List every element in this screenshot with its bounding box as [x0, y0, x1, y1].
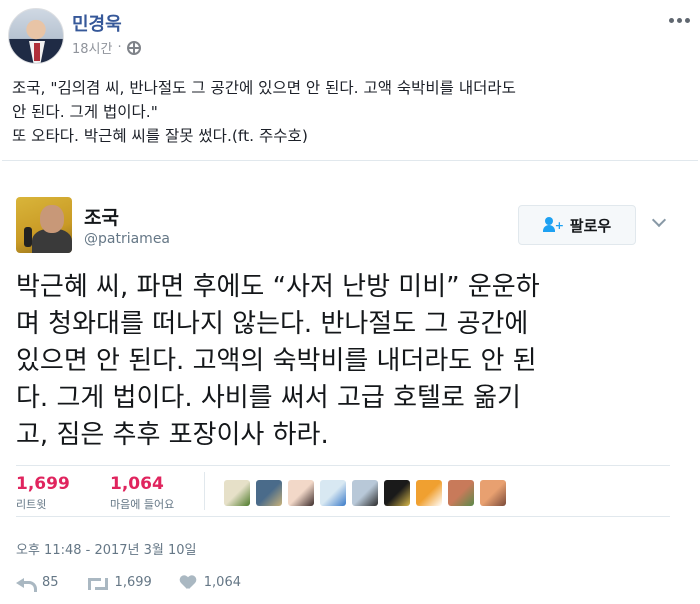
like-count: 1,064 [110, 474, 164, 494]
embedded-tweet[interactable]: 조국 @patriamea + 팔로우 박근혜 씨, 파면 후에도 “사저 난방… [2, 160, 698, 604]
tweet-actions: 85 1,699 1,064 [16, 575, 269, 592]
stats-divider [204, 472, 205, 510]
liker-avatar[interactable] [256, 480, 282, 506]
reply-count: 85 [42, 575, 59, 590]
reply-button[interactable]: 85 [16, 575, 59, 592]
post-meta: 18시간 · [72, 38, 141, 57]
tweet-author-handle[interactable]: @patriamea [84, 231, 170, 247]
like-action-count: 1,064 [203, 575, 241, 590]
like-button[interactable]: 1,064 [180, 575, 241, 590]
liker-avatar[interactable] [352, 480, 378, 506]
liker-avatar[interactable] [320, 480, 346, 506]
post-header: 민경욱 18시간 · [8, 8, 692, 64]
like-stat[interactable]: 1,064 마음에 들어요 [110, 474, 174, 512]
chevron-down-icon[interactable] [651, 212, 667, 228]
liker-avatar[interactable] [224, 480, 250, 506]
tweet-text-line: 며 청와대를 떠나지 않는다. 반나절도 그 공간에 [16, 309, 529, 339]
tweet-text-line: 다. 그게 법이다. 사비를 써서 고급 호텔로 옮기 [16, 383, 521, 413]
liker-avatar[interactable] [480, 480, 506, 506]
globe-icon[interactable] [126, 40, 141, 55]
post-text: 조국, "김의겸 씨, 반나절도 그 공간에 있으면 안 된다. 고액 숙박비를… [12, 76, 688, 148]
tweet-text-line: 박근혜 씨, 파면 후에도 “사저 난방 미비” 운운하 [16, 272, 540, 302]
liker-avatars [224, 480, 506, 506]
tweet-text-line: 고, 짐은 추후 포장이사 하라. [16, 420, 329, 450]
liker-avatar[interactable] [384, 480, 410, 506]
heart-icon [180, 576, 196, 590]
tweet-timestamp[interactable]: 오후 11:48 - 2017년 3월 10일 [16, 539, 197, 558]
post-time[interactable]: 18시간 [72, 38, 112, 57]
retweet-button[interactable]: 1,699 [87, 575, 152, 590]
author-name[interactable]: 민경욱 [72, 10, 122, 36]
retweet-action-count: 1,699 [114, 575, 152, 590]
follow-button[interactable]: + 팔로우 [518, 205, 636, 245]
tweet-stats: 1,699 리트윗 1,064 마음에 들어요 [16, 465, 670, 517]
liker-avatar[interactable] [288, 480, 314, 506]
dot-icon [676, 17, 682, 23]
dot-icon [668, 17, 674, 23]
tweet-text: 박근혜 씨, 파면 후에도 “사저 난방 미비” 운운하 며 청와대를 떠나지 … [16, 269, 686, 454]
post-text-line: 안 된다. 그게 법이다." [12, 103, 158, 121]
liker-avatar[interactable] [416, 480, 442, 506]
author-avatar[interactable] [8, 8, 64, 64]
tweet-author-name[interactable]: 조국 [84, 203, 119, 230]
reply-icon [16, 577, 37, 592]
dot-icon [684, 17, 690, 23]
more-options-button[interactable] [666, 10, 692, 30]
follow-label: 팔로우 [569, 216, 612, 235]
retweet-label: 리트윗 [16, 498, 47, 511]
retweet-stat[interactable]: 1,699 리트윗 [16, 474, 70, 512]
tweet-text-line: 있으면 안 된다. 고액의 숙박비를 내더라도 안 된 [16, 346, 537, 376]
like-label: 마음에 들어요 [110, 498, 175, 511]
tweet-author-avatar[interactable] [16, 197, 72, 253]
post-text-line: 또 오타다. 박근혜 씨를 잘못 썼다.(ft. 주수호) [12, 127, 308, 145]
separator-dot: · [117, 40, 122, 55]
liker-avatar[interactable] [448, 480, 474, 506]
retweet-count: 1,699 [16, 474, 70, 494]
post-text-line: 조국, "김의겸 씨, 반나절도 그 공간에 있으면 안 된다. 고액 숙박비를… [12, 79, 516, 97]
retweet-icon [87, 576, 108, 590]
add-user-icon: + [542, 217, 564, 233]
